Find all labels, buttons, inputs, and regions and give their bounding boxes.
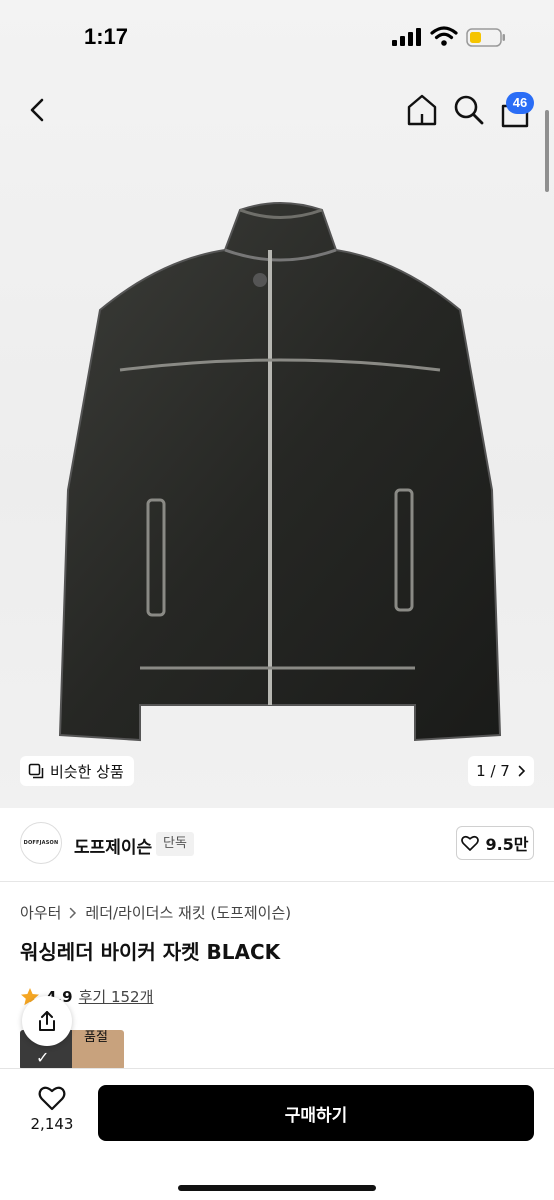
review-count-link[interactable]: 후기 152개 (79, 986, 154, 1007)
cellular-signal-icon (392, 28, 421, 46)
breadcrumb-item[interactable]: 레더/라이더스 재킷 (도프제이슨) (85, 902, 291, 923)
soldout-label: 품절 (84, 1030, 108, 1045)
wifi-icon (430, 26, 458, 46)
brand-name[interactable]: 도프제이슨 (74, 833, 152, 858)
similar-products-button[interactable]: 비슷한 상품 (20, 756, 134, 786)
status-bar: 1:17 (0, 0, 554, 76)
cart-count-badge: 46 (506, 92, 534, 114)
brand-like-button[interactable]: 9.5만 (456, 826, 534, 860)
brand-logo-text: DOFFJASON (23, 840, 59, 846)
breadcrumb: 아우터 레더/라이더스 재킷 (도프제이슨) (20, 902, 291, 923)
brand-like-count: 9.5만 (485, 835, 529, 854)
back-icon[interactable] (22, 94, 52, 126)
gallery-pager-text: 1 / 7 (476, 762, 510, 780)
breadcrumb-item[interactable]: 아우터 (20, 902, 61, 923)
share-icon (39, 1011, 55, 1031)
status-time: 1:17 (84, 24, 129, 49)
exclusive-tag: 단독 (156, 832, 194, 856)
gallery-pager-button[interactable]: 1 / 7 (468, 756, 534, 786)
chevron-right-icon (70, 907, 77, 918)
heart-icon (38, 1086, 66, 1111)
product-image-jacket (58, 202, 502, 742)
product-title: 워싱레더 바이커 자켓 BLACK (20, 940, 281, 964)
scrollbar[interactable] (545, 110, 549, 192)
bottom-action-bar: 2,143 구매하기 (0, 1068, 554, 1200)
wishlist-count: 2,143 (30, 1115, 74, 1133)
similar-products-label: 비슷한 상품 (50, 762, 124, 781)
home-indicator (178, 1185, 376, 1191)
similar-products-icon (28, 763, 44, 779)
wishlist-button[interactable]: 2,143 (20, 1085, 84, 1155)
search-icon[interactable] (452, 92, 486, 128)
brand-logo[interactable]: DOFFJASON (20, 822, 62, 864)
top-navigation (0, 86, 554, 134)
battery-icon (466, 28, 505, 47)
share-button[interactable] (22, 996, 72, 1046)
buy-button[interactable]: 구매하기 (98, 1085, 534, 1141)
brand-row: DOFFJASON 도프제이슨 단독 9.5만 (0, 808, 554, 882)
buy-button-label: 구매하기 (284, 1105, 348, 1126)
home-icon[interactable] (404, 92, 440, 128)
heart-icon (461, 835, 480, 851)
check-icon: ✓ (36, 1048, 50, 1067)
chevron-right-icon (518, 765, 525, 777)
